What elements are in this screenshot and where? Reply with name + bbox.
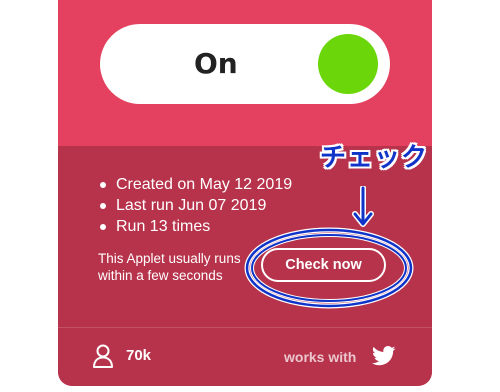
applet-card-top: On xyxy=(58,0,432,146)
toggle-knob[interactable] xyxy=(318,34,378,94)
down-arrow-icon xyxy=(352,186,374,227)
footer-divider xyxy=(58,327,432,328)
usually-runs-text: This Applet usually runs within a few se… xyxy=(98,251,241,283)
user-count: 70k xyxy=(126,347,152,364)
applet-card: On Created on May 12 2019 Last run Jun 0… xyxy=(58,0,432,386)
twitter-icon[interactable] xyxy=(372,346,396,366)
check-now-button[interactable]: Check now xyxy=(261,248,386,282)
toggle-label: On xyxy=(194,47,238,80)
works-with-label: works with xyxy=(284,349,357,365)
annotation-check-text: チェック xyxy=(320,143,429,173)
applet-stats-list: Created on May 12 2019 Last run Jun 07 2… xyxy=(98,174,292,237)
screenshot-stage: On Created on May 12 2019 Last run Jun 0… xyxy=(0,0,500,392)
applet-toggle[interactable]: On xyxy=(100,24,390,104)
stat-last-run: Last run Jun 07 2019 xyxy=(98,195,292,216)
user-icon xyxy=(93,344,113,368)
stat-created: Created on May 12 2019 xyxy=(98,174,292,195)
stat-run-count: Run 13 times xyxy=(98,216,292,237)
